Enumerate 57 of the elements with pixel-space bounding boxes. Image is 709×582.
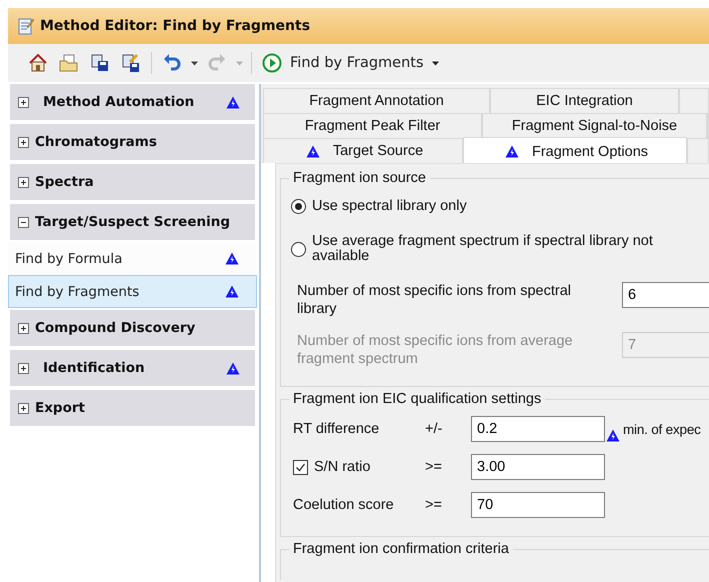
caret-icon bbox=[236, 60, 243, 66]
sidebar-section[interactable]: Spectra bbox=[10, 164, 255, 200]
run-button[interactable]: Find by Fragments bbox=[258, 51, 443, 75]
expand-icon bbox=[18, 96, 29, 108]
radio-button[interactable] bbox=[291, 242, 306, 256]
checkbox[interactable] bbox=[293, 460, 308, 474]
sidebar-section[interactable]: Chromatograms bbox=[10, 124, 255, 160]
expand-icon bbox=[18, 322, 29, 334]
field-label: Number of most specific ions from average fragment spectrum bbox=[297, 332, 574, 368]
home-icon bbox=[28, 53, 48, 73]
caret-icon bbox=[432, 60, 439, 66]
caret-icon bbox=[191, 60, 198, 66]
radio-label: Use spectral library only bbox=[312, 199, 467, 214]
expand-icon bbox=[18, 362, 29, 374]
tab[interactable]: Fragment Annotation bbox=[263, 88, 490, 113]
unit-label: min. of expec bbox=[623, 422, 701, 436]
field-label: Number of most specific ions from spectral library bbox=[297, 282, 572, 318]
floppy-disk-pencil-icon bbox=[121, 53, 141, 73]
dropdown-button[interactable] bbox=[189, 58, 200, 68]
undo-icon bbox=[162, 53, 182, 73]
expand-icon bbox=[18, 136, 29, 148]
folder-icon bbox=[59, 53, 79, 73]
sidebar-section[interactable]: Target/Suspect Screening bbox=[10, 204, 255, 240]
checkmark-icon bbox=[295, 462, 306, 472]
sidebar-section[interactable]: Compound Discovery bbox=[10, 310, 255, 346]
group-title: Fragment ion confirmation criteria bbox=[289, 541, 513, 558]
floppy-disk-icon bbox=[90, 53, 110, 73]
sidebar-section[interactable]: Export bbox=[10, 390, 255, 426]
radio-button[interactable] bbox=[291, 199, 306, 214]
operator-label: >= bbox=[425, 497, 443, 513]
sidebar-item[interactable]: Find by Fragments bbox=[8, 275, 257, 308]
input-field[interactable]: 3.00 bbox=[471, 454, 605, 480]
field-label: Coelution score bbox=[293, 497, 394, 513]
collapse-icon bbox=[18, 216, 29, 228]
play-icon bbox=[262, 53, 282, 73]
window-title: Method Editor: Find by Fragments bbox=[40, 18, 310, 34]
group-title: Fragment ion source bbox=[289, 170, 430, 187]
document-edit-icon bbox=[18, 17, 34, 35]
input-field[interactable]: 6 bbox=[622, 282, 709, 308]
tab[interactable]: Fragment Signal-to-Noise bbox=[482, 113, 707, 138]
expand-icon bbox=[18, 176, 29, 188]
tab[interactable]: Target Source bbox=[263, 138, 463, 163]
redo-icon bbox=[207, 53, 227, 73]
operator-label: >= bbox=[425, 459, 443, 475]
tab[interactable]: Fragment Peak Filter bbox=[263, 113, 482, 138]
field-label: S/N ratio bbox=[314, 459, 370, 475]
group-title: Fragment ion EIC qualification settings bbox=[289, 391, 546, 408]
sidebar-section[interactable]: Identification bbox=[10, 350, 255, 386]
tab[interactable]: EIC Integration bbox=[490, 88, 679, 113]
operator-label: +/- bbox=[425, 421, 444, 437]
tab[interactable]: Fragment Options bbox=[463, 137, 687, 165]
input-field[interactable]: 70 bbox=[471, 492, 605, 518]
sidebar-section[interactable]: Method Automation bbox=[10, 84, 255, 120]
field-label: RT difference bbox=[293, 421, 380, 437]
expand-icon bbox=[18, 402, 29, 414]
input-field[interactable]: 0.2 bbox=[471, 416, 605, 442]
radio-label: Use average fragment spectrum if spectral library not available bbox=[312, 234, 654, 264]
